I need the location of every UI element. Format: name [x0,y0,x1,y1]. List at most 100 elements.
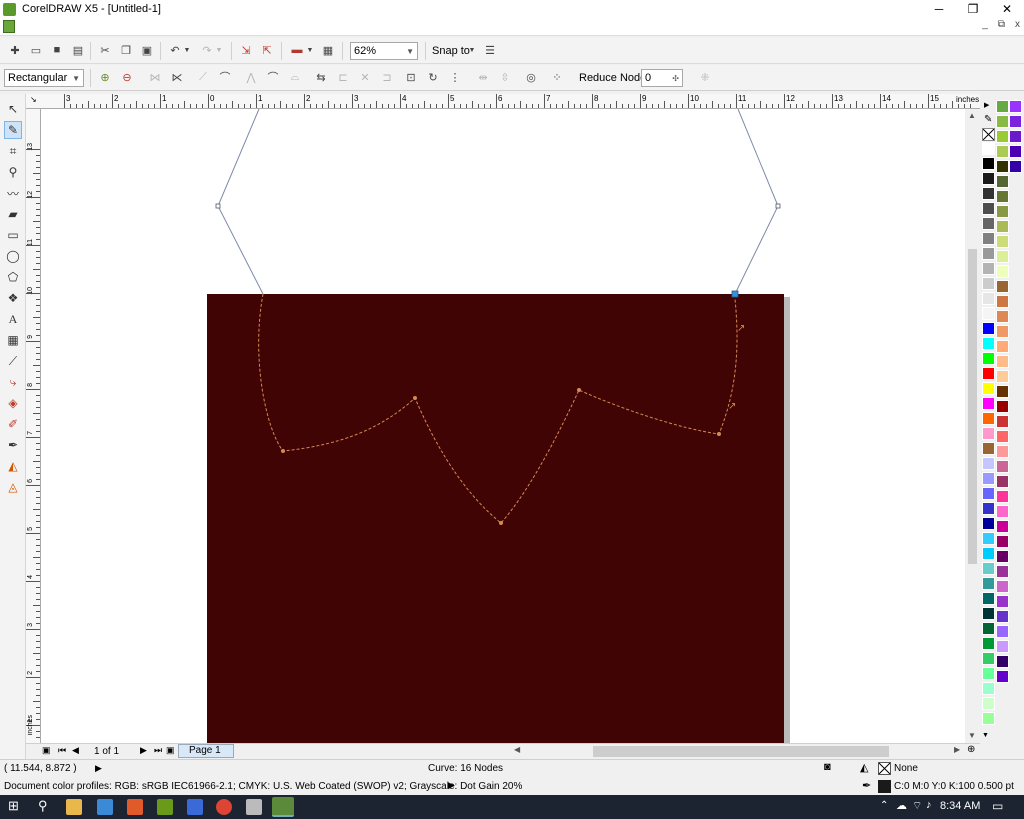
color-swatch[interactable] [982,637,995,650]
color-swatch[interactable] [996,415,1009,428]
color-swatch[interactable] [982,352,995,365]
color-swatch[interactable] [1009,100,1022,113]
no-color-swatch[interactable] [982,128,995,141]
color-swatch[interactable] [1009,115,1022,128]
volume-icon[interactable]: ♪ [926,799,932,811]
color-swatch[interactable] [982,532,995,545]
select-all-nodes-icon[interactable]: ⁘ [550,70,564,84]
scroll-left-icon[interactable]: ◀ [514,745,520,754]
camera-icon[interactable]: ◙ [824,761,831,773]
zoom-tool-icon[interactable]: ⚲ [4,163,22,181]
color-swatch[interactable] [996,340,1009,353]
color-swatch[interactable] [982,667,995,680]
extract-subpath-icon[interactable]: ✕ [358,70,372,84]
node-handle[interactable] [499,521,503,525]
app-gray-icon[interactable] [246,799,262,815]
color-swatch[interactable] [996,460,1009,473]
color-swatch[interactable] [982,697,995,710]
color-swatch[interactable] [982,487,995,500]
dimension-tool-icon[interactable]: ⟋ [4,352,22,370]
color-swatch[interactable] [982,322,995,335]
welcome-screen-icon[interactable]: ▦ [321,43,335,57]
status-arrow-icon[interactable]: ▶ [95,763,102,774]
node-handle[interactable] [775,203,781,209]
color-swatch[interactable] [996,145,1009,158]
add-node-icon[interactable]: ⊕ [98,70,112,84]
color-swatch[interactable] [982,247,995,260]
palette-scroll-down-icon[interactable]: ▼ [982,732,989,739]
color-swatch[interactable] [996,175,1009,188]
pick-tool-icon[interactable]: ↖ [4,100,22,118]
redo-icon[interactable]: ↷ [200,43,214,57]
color-swatch[interactable] [982,367,995,380]
fill-tool-icon[interactable]: ◭ [4,457,22,475]
launcher-dropdown-icon[interactable]: ▼ [306,43,314,57]
color-swatch[interactable] [996,355,1009,368]
eyedropper-icon[interactable]: ✎ [984,114,992,125]
vertical-scrollbar[interactable]: ▲ ▼ [965,109,980,743]
color-swatch[interactable] [996,655,1009,668]
color-swatch[interactable] [996,400,1009,413]
navigator-icon[interactable]: ⊕ [967,744,975,755]
break-curve-icon[interactable]: ⋉ [170,70,184,84]
tab-page-1[interactable]: Page 1 [178,744,234,758]
color-swatch[interactable] [1009,130,1022,143]
color-swatch[interactable] [996,550,1009,563]
color-swatch[interactable] [982,652,995,665]
color-swatch[interactable] [996,280,1009,293]
symmetrical-node-icon[interactable]: ⌓ [288,70,302,84]
vertical-scroll-thumb[interactable] [968,249,977,564]
color-swatch[interactable] [1009,145,1022,158]
color-swatch[interactable] [982,397,995,410]
color-swatch[interactable] [982,202,995,215]
color-swatch[interactable] [996,520,1009,533]
color-swatch[interactable] [982,562,995,575]
doc-close-button[interactable]: x [1015,19,1020,30]
color-swatch[interactable] [996,670,1009,683]
close-curve-icon[interactable]: ⊐ [380,70,394,84]
color-swatch[interactable] [982,622,995,635]
doc-minimize-button[interactable]: _ [982,19,988,30]
basic-shapes-tool-icon[interactable]: ❖ [4,289,22,307]
color-swatch[interactable] [982,547,995,560]
app-red-icon[interactable] [127,799,143,815]
outline-pen-icon[interactable]: ✒ [862,779,871,792]
node-handle[interactable] [215,203,221,209]
delete-node-icon[interactable]: ⊖ [120,70,134,84]
first-page-icon[interactable]: ⏮ [58,745,66,756]
color-swatch[interactable] [982,337,995,350]
interactive-fill-tool-icon[interactable]: ◬ [4,478,22,496]
scroll-up-icon[interactable]: ▲ [968,111,976,120]
color-swatch[interactable] [996,325,1009,338]
onedrive-icon[interactable]: ☁ [896,799,907,812]
control-handle-arrow-icon[interactable]: ↗ [728,401,736,412]
color-swatch[interactable] [996,490,1009,503]
restore-button[interactable]: ❐ [956,0,990,18]
shape-tool-icon[interactable]: ✎ [4,121,22,139]
join-nodes-icon[interactable]: ⋈ [148,70,162,84]
node-handle[interactable] [413,396,417,400]
rectangle-tool-icon[interactable]: ▭ [4,226,22,244]
horizontal-ruler[interactable]: ↘ 3 2 1 0 1 2 3 4 5 6 7 8 9 10 11 12 13 14 15 inches [26,94,980,109]
color-swatch[interactable] [982,277,995,290]
color-swatch[interactable] [996,160,1009,173]
color-swatch[interactable] [996,385,1009,398]
color-swatch[interactable] [982,262,995,275]
smooth-node-icon[interactable]: ⌒ [266,70,280,84]
outline-pen-tool-icon[interactable]: ✒ [4,436,22,454]
eyedropper-tool-icon[interactable]: ✐ [4,415,22,433]
chrome-icon[interactable] [216,799,232,815]
undo-dropdown-icon[interactable]: ▼ [183,43,191,57]
node-handle[interactable] [577,388,581,392]
color-swatch[interactable] [996,220,1009,233]
drawing-canvas[interactable]: ↗ ↗ [41,109,965,743]
color-swatch[interactable] [982,157,995,170]
color-swatch[interactable] [996,310,1009,323]
fill-bucket-icon[interactable]: ◭ [860,761,868,774]
color-swatch[interactable] [982,292,995,305]
color-swatch[interactable] [996,595,1009,608]
zoom-level-combo[interactable]: 62% ▼ [350,42,418,60]
text-tool-icon[interactable]: A [4,310,22,328]
ruler-origin-icon[interactable]: ↘ [30,95,37,104]
color-swatch[interactable] [982,577,995,590]
